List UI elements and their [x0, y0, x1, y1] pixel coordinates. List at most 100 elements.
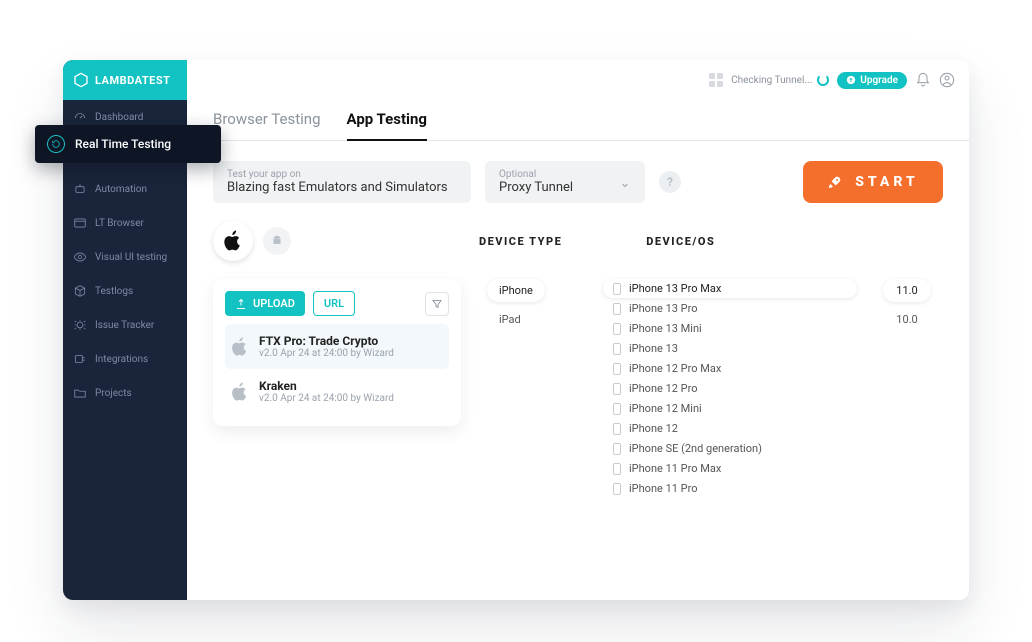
device-item[interactable]: iPhone 12 Pro [603, 379, 857, 398]
sidebar-item-dashboard[interactable]: Dashboard [63, 100, 187, 134]
device-label: iPhone 13 [629, 342, 678, 355]
start-button[interactable]: START [803, 161, 943, 203]
apps-grid-icon[interactable] [709, 73, 723, 87]
url-button[interactable]: URL [313, 291, 355, 316]
sidebar-item-projects[interactable]: Projects [63, 376, 187, 410]
apple-icon [231, 337, 249, 357]
phone-icon [613, 323, 621, 335]
app-row[interactable]: FTX Pro: Trade Crypto v2.0 Apr 24 at 24:… [225, 324, 449, 369]
device-label: iPhone 11 Pro [629, 482, 698, 495]
apple-icon [223, 230, 243, 252]
app-shell: Real Time Testing LAMBDATEST Dashboard A… [63, 60, 969, 600]
device-label: iPhone 12 Mini [629, 402, 702, 415]
sidebar-nav: Dashboard Automation LT Browser Visual U… [63, 100, 187, 410]
device-label: iPhone 12 Pro [629, 382, 698, 395]
user-avatar-icon[interactable] [939, 72, 955, 88]
sidebar-item-automation[interactable]: Automation [63, 172, 187, 206]
notifications-icon[interactable] [915, 72, 931, 88]
app-name: Kraken [259, 379, 394, 393]
phone-icon [613, 283, 621, 295]
upload-button[interactable]: UPLOAD [225, 291, 305, 316]
app-target-label: Test your app on [227, 169, 457, 180]
device-item[interactable]: iPhone 13 Pro [603, 299, 857, 318]
sidebar: LAMBDATEST Dashboard Automation LT Brows… [63, 60, 187, 600]
brand-logo-icon [73, 72, 89, 88]
filter-icon [431, 298, 443, 310]
phone-icon [613, 463, 621, 475]
device-type-header: DEVICE TYPE [479, 235, 562, 248]
upgrade-arrow-icon [846, 75, 856, 85]
tunnel-status-text: Checking Tunnel... [731, 75, 812, 86]
topbar: Checking Tunnel... Upgrade [187, 60, 969, 100]
os-selector-row: DEVICE TYPE DEVICE/OS [187, 217, 969, 279]
controls-row: Test your app on Blazing fast Emulators … [187, 141, 969, 217]
device-label: iPhone 13 Pro Max [629, 282, 721, 295]
os-apple-button[interactable] [213, 221, 253, 261]
app-row[interactable]: Kraken v2.0 Apr 24 at 24:00 by Wizard [225, 369, 449, 414]
proxy-value: Proxy Tunnel [499, 180, 573, 195]
eye-icon [73, 250, 87, 264]
sidebar-item-testlogs[interactable]: Testlogs [63, 274, 187, 308]
phone-icon [613, 303, 621, 315]
tab-browser-testing[interactable]: Browser Testing [213, 100, 321, 140]
device-item[interactable]: iPhone 12 [603, 419, 857, 438]
tab-app-testing[interactable]: App Testing [347, 100, 428, 140]
device-item[interactable]: iPhone 11 Pro Max [603, 459, 857, 478]
spinner-icon [817, 74, 829, 86]
proxy-tunnel-select[interactable]: Optional Proxy Tunnel [485, 161, 645, 203]
phone-icon [613, 363, 621, 375]
device-item[interactable]: iPhone 12 Mini [603, 399, 857, 418]
phone-icon [613, 403, 621, 415]
os-version-item[interactable]: 10.0 [883, 308, 931, 331]
phone-icon [613, 483, 621, 495]
phone-icon [613, 383, 621, 395]
device-item[interactable]: iPhone 12 Pro Max [603, 359, 857, 378]
device-type-list: iPhone iPad [487, 279, 577, 584]
sidebar-item-lt-browser[interactable]: LT Browser [63, 206, 187, 240]
device-os-header: DEVICE/OS [646, 235, 715, 248]
device-item[interactable]: iPhone 13 Pro Max [603, 279, 857, 298]
phone-icon [613, 343, 621, 355]
tunnel-status: Checking Tunnel... [731, 74, 829, 86]
app-meta: v2.0 Apr 24 at 24:00 by Wizard [259, 393, 394, 404]
app-target-field[interactable]: Test your app on Blazing fast Emulators … [213, 161, 471, 203]
os-version-item[interactable]: 11.0 [883, 279, 931, 302]
sidebar-item-issue-tracker[interactable]: Issue Tracker [63, 308, 187, 342]
device-label: iPhone 12 Pro Max [629, 362, 721, 375]
help-icon[interactable]: ? [659, 171, 681, 193]
os-android-button[interactable] [263, 227, 291, 255]
cube-icon [73, 284, 87, 298]
plugin-icon [73, 352, 87, 366]
upgrade-label: Upgrade [860, 75, 898, 86]
app-target-value: Blazing fast Emulators and Simulators [227, 180, 457, 195]
gauge-icon [73, 110, 87, 124]
device-item[interactable]: iPhone 13 [603, 339, 857, 358]
os-version-list: 11.0 10.0 [883, 279, 943, 584]
proxy-label: Optional [499, 169, 573, 180]
sidebar-item-label: Issue Tracker [95, 320, 154, 331]
body: UPLOAD URL FTX Pro: Trade Crypto v2.0 Ap… [187, 279, 969, 600]
rocket-icon [827, 174, 843, 190]
upgrade-button[interactable]: Upgrade [837, 72, 907, 89]
device-type-item[interactable]: iPhone [487, 279, 545, 302]
device-item[interactable]: iPhone 11 Pro [603, 479, 857, 498]
device-item[interactable]: iPhone 13 Mini [603, 319, 857, 338]
upload-label: UPLOAD [253, 297, 295, 310]
browser-icon [73, 216, 87, 230]
sidebar-item-visual-ui[interactable]: Visual UI testing [63, 240, 187, 274]
sidebar-item-label: Automation [95, 184, 147, 195]
device-item[interactable]: iPhone SE (2nd generation) [603, 439, 857, 458]
sidebar-item-label: Visual UI testing [95, 252, 167, 263]
device-label: iPhone 13 Mini [629, 322, 702, 335]
sidebar-item-label: LT Browser [95, 218, 144, 229]
uploads-panel: UPLOAD URL FTX Pro: Trade Crypto v2.0 Ap… [213, 279, 461, 426]
device-list: iPhone 13 Pro Max iPhone 13 Pro iPhone 13 … [603, 279, 857, 584]
sidebar-item-integrations[interactable]: Integrations [63, 342, 187, 376]
brand[interactable]: LAMBDATEST [63, 60, 187, 100]
device-type-item[interactable]: iPad [487, 308, 577, 331]
filter-button[interactable] [425, 292, 449, 316]
brand-text: LAMBDATEST [95, 74, 170, 87]
device-label: iPhone 11 Pro Max [629, 462, 721, 475]
device-label: iPhone 13 Pro [629, 302, 698, 315]
main-tabs: Browser Testing App Testing [187, 100, 969, 141]
